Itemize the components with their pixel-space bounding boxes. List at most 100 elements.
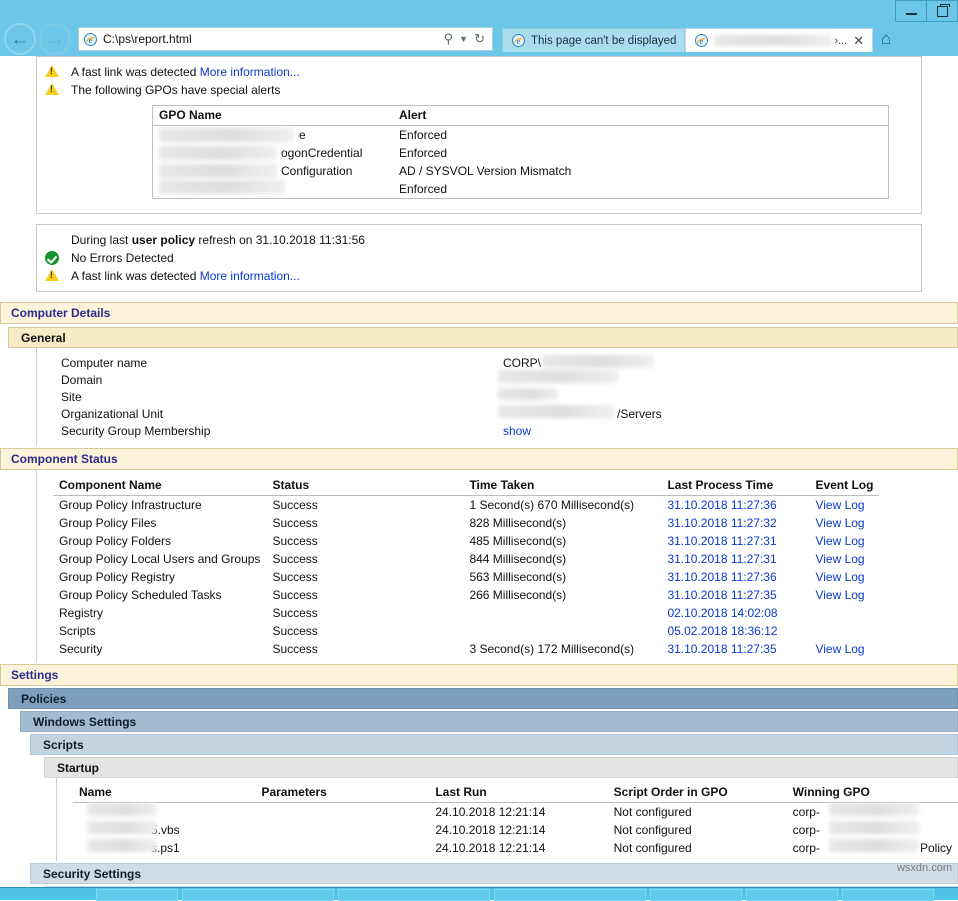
view-log-link[interactable]: 31.10.2018 11:27:35: [667, 642, 776, 656]
back-arrow-icon: ←: [11, 30, 30, 49]
view-log-link[interactable]: 31.10.2018 11:27:32: [667, 516, 776, 530]
view-log-link[interactable]: View Log: [815, 588, 864, 602]
view-log-link[interactable]: 31.10.2018 11:27:36: [667, 498, 776, 512]
field-label: Site: [37, 388, 502, 405]
redacted-text: [87, 821, 157, 834]
minimize-icon: [906, 13, 917, 15]
cell-status: Success: [266, 604, 463, 622]
section-startup[interactable]: Startup: [44, 757, 958, 778]
restore-button[interactable]: [926, 0, 958, 22]
restore-icon: [937, 6, 948, 17]
view-log-link[interactable]: 31.10.2018 11:27:36: [667, 570, 776, 584]
no-errors-text: No Errors Detected: [67, 250, 174, 266]
chevron-down-icon[interactable]: ▼: [456, 34, 471, 44]
cell-last-process-time: 31.10.2018 11:27:31: [661, 550, 809, 568]
redacted-text: [829, 803, 919, 816]
column-header-parameters: Parameters: [255, 783, 429, 803]
user-policy-box: During last user policy refresh on 31.10…: [36, 224, 922, 292]
tab-active-report[interactable]: e ›... ✕: [685, 28, 873, 52]
gpo-alerts-table-wrap: GPO Name Alert e Enforced: [152, 105, 889, 199]
cell-time-taken: 563 Millisecond(s): [463, 568, 661, 586]
minimize-button[interactable]: [895, 0, 927, 22]
view-log-link[interactable]: View Log: [815, 570, 864, 584]
more-information-link[interactable]: More information...: [200, 65, 300, 79]
fastlink-row: A fast link was detected More informatio…: [37, 63, 921, 81]
view-log-link[interactable]: View Log: [815, 516, 864, 530]
back-button[interactable]: ←: [4, 23, 36, 55]
cell-event-log: [809, 604, 879, 622]
cell-event-log: [809, 622, 879, 640]
view-log-link[interactable]: 31.10.2018 11:27:35: [667, 588, 776, 602]
forward-arrow-icon: →: [46, 30, 65, 49]
success-check-icon: [37, 250, 67, 265]
view-log-link[interactable]: 31.10.2018 11:27:31: [667, 534, 776, 548]
address-bar[interactable]: e C:\ps\report.html ⚲ ▼ ↻: [78, 27, 493, 51]
winning-gpo-prefix: corp-: [793, 805, 820, 819]
column-header-last-process-time: Last Process Time: [661, 476, 809, 496]
taskbar-item[interactable]: [494, 889, 646, 901]
view-log-link[interactable]: 31.10.2018 11:27:31: [667, 552, 776, 566]
watermark: wsxdn.com: [897, 862, 952, 874]
startup-scripts-table: Name Parameters Last Run Script Order in…: [73, 783, 958, 857]
tab-label: This page can't be displayed: [526, 35, 676, 47]
cell-gpo-name: ogonCredential: [153, 144, 393, 162]
cell-event-log: View Log: [809, 550, 879, 568]
cell-time-taken: 266 Millisecond(s): [463, 586, 661, 604]
ie-logo-icon: e: [83, 32, 98, 47]
field-label: Domain: [37, 371, 502, 388]
cell-component-name: Group Policy Local Users and Groups: [53, 550, 266, 568]
forward-button[interactable]: →: [39, 23, 71, 55]
field-value: CORP\: [502, 354, 663, 371]
cell-time-taken: 3 Second(s) 172 Millisecond(s): [463, 640, 661, 658]
redacted-text: [498, 388, 558, 400]
section-scripts[interactable]: Scripts: [30, 734, 958, 755]
cell-status: Success: [266, 640, 463, 658]
tab-page-cannot-be-displayed[interactable]: e This page can't be displayed: [502, 28, 685, 52]
redacted-text: [542, 355, 654, 368]
view-log-link[interactable]: View Log: [815, 498, 864, 512]
cell-component-name: Registry: [53, 604, 266, 622]
winning-gpo-prefix: corp-: [793, 841, 820, 855]
section-security-settings[interactable]: Security Settings: [30, 863, 958, 884]
view-log-link[interactable]: View Log: [815, 552, 864, 566]
close-icon[interactable]: ✕: [847, 33, 864, 49]
section-settings[interactable]: Settings: [0, 664, 958, 686]
view-log-link[interactable]: View Log: [815, 534, 864, 548]
section-windows-settings[interactable]: Windows Settings: [20, 711, 958, 732]
taskbar-item[interactable]: [182, 889, 334, 901]
view-log-link[interactable]: 02.10.2018 14:02:08: [667, 606, 777, 620]
taskbar-item[interactable]: [746, 889, 838, 901]
cell-event-log: View Log: [809, 586, 879, 604]
startup-scripts-body: Name Parameters Last Run Script Order in…: [56, 778, 958, 861]
view-log-link[interactable]: 05.02.2018 18:36:12: [667, 624, 777, 638]
taskbar-item[interactable]: [842, 889, 934, 901]
warning-icon: [37, 268, 67, 281]
taskbar-item[interactable]: [96, 889, 178, 901]
cell-last-process-time: 31.10.2018 11:27:35: [661, 640, 809, 658]
cell-script-order: Not configured: [608, 803, 787, 822]
section-general[interactable]: General: [8, 327, 958, 348]
section-policies[interactable]: Policies: [8, 688, 958, 709]
section-computer-details[interactable]: Computer Details: [0, 302, 958, 324]
user-policy-prefix: During last: [71, 233, 132, 247]
show-link[interactable]: show: [503, 424, 531, 438]
cell-last-run: 24.10.2018 12:21:14: [429, 803, 607, 822]
taskbar-item[interactable]: [338, 889, 490, 901]
ie-logo-icon: e: [511, 33, 526, 48]
view-log-link[interactable]: View Log: [815, 642, 864, 656]
warning-icon: [37, 64, 67, 77]
table-row: Group Policy Scheduled TasksSuccess266 M…: [53, 586, 879, 604]
refresh-icon[interactable]: ↻: [471, 31, 488, 47]
warning-icon: [37, 82, 67, 95]
special-alerts-row: The following GPOs have special alerts: [37, 81, 921, 99]
cell-last-process-time: 31.10.2018 11:27:36: [661, 568, 809, 586]
section-title: Component Status: [11, 452, 118, 466]
section-component-status[interactable]: Component Status: [0, 448, 958, 470]
taskbar-item[interactable]: [650, 889, 742, 901]
cell-status: Success: [266, 568, 463, 586]
more-information-link[interactable]: More information...: [200, 269, 300, 283]
search-icon[interactable]: ⚲: [441, 31, 457, 47]
field-row: Domain: [37, 371, 663, 388]
home-button[interactable]: ⌂: [873, 26, 899, 52]
field-row: Organizational Unit /Servers: [37, 405, 663, 422]
